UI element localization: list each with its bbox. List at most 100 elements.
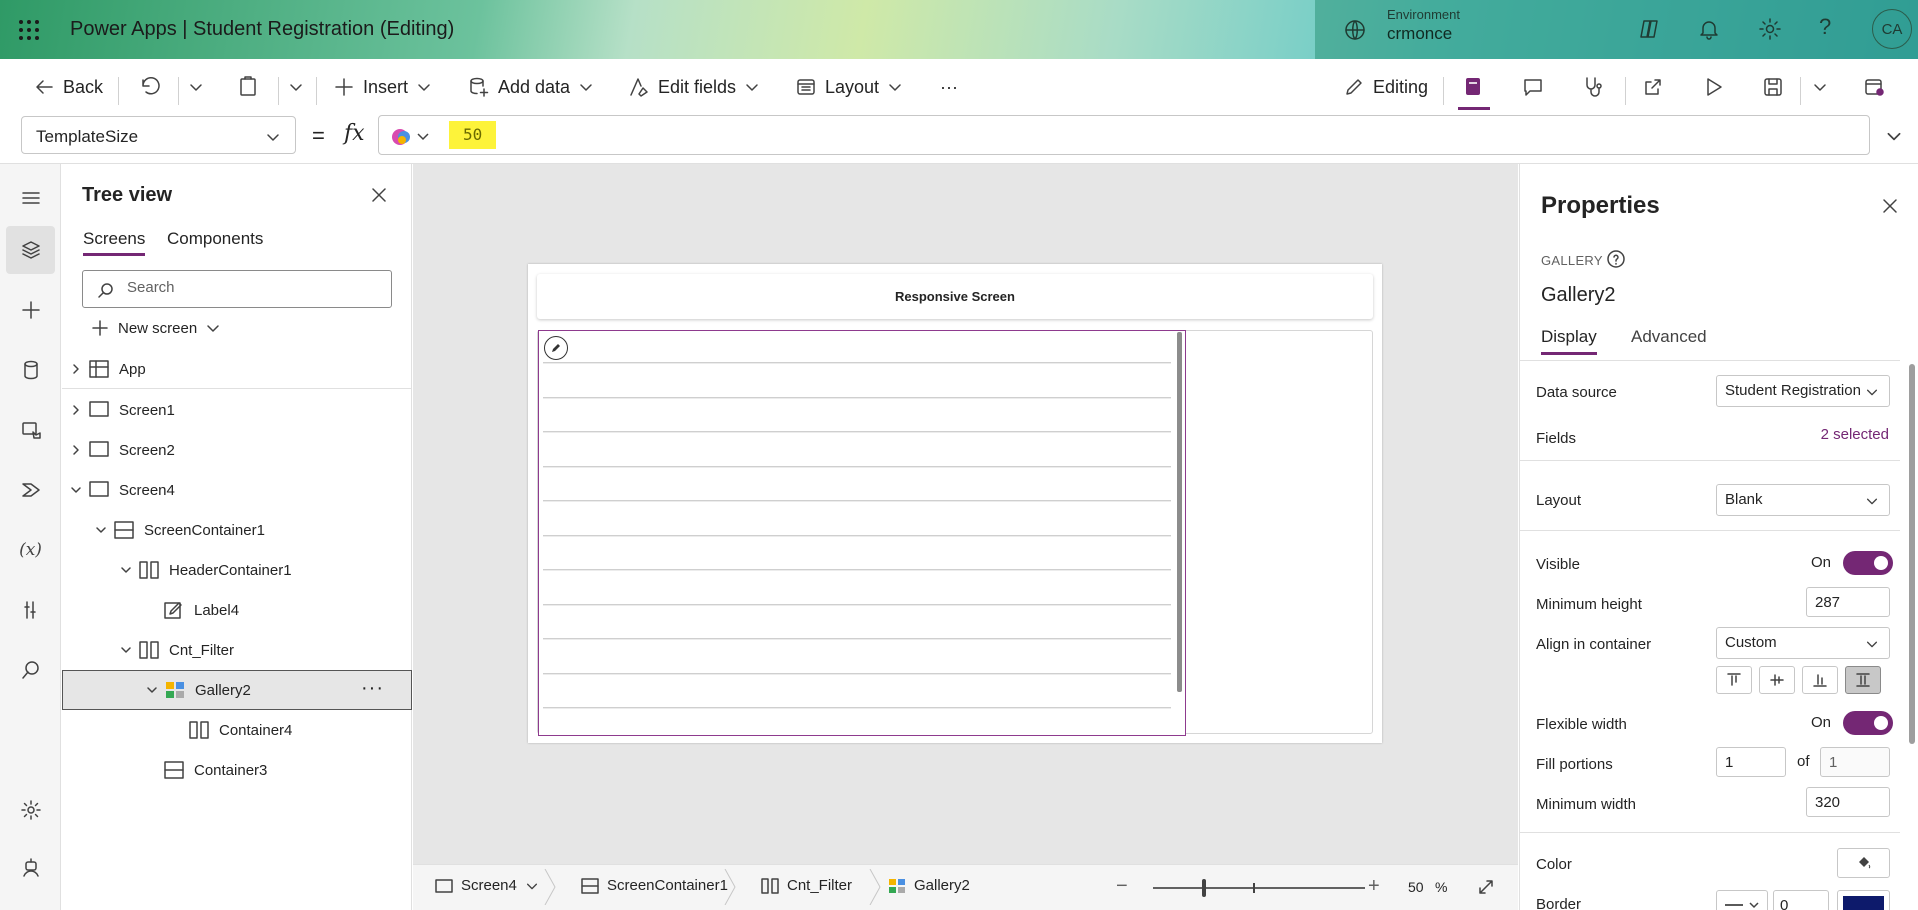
more-button[interactable]: ··· xyxy=(940,73,958,101)
layout-dropdown[interactable]: Blank xyxy=(1716,484,1890,516)
tree-search-box[interactable] xyxy=(82,270,392,308)
help-icon[interactable]: ? xyxy=(1819,14,1831,40)
formula-value[interactable]: 50 xyxy=(449,121,497,149)
chevron-right-icon[interactable] xyxy=(70,363,82,375)
design-canvas[interactable]: Responsive Screen xyxy=(413,164,1518,864)
align-bottom-icon[interactable] xyxy=(1802,666,1838,694)
variables-icon[interactable]: (x) xyxy=(6,526,55,574)
border-style-dropdown[interactable] xyxy=(1716,890,1768,910)
fx-icon[interactable]: fx xyxy=(344,121,365,146)
copilot-icon[interactable] xyxy=(1637,17,1661,41)
tree-view-icon[interactable] xyxy=(6,226,55,274)
tree-item-app[interactable]: App xyxy=(62,349,412,389)
settings-icon[interactable] xyxy=(1758,17,1782,41)
properties-scrollbar[interactable] xyxy=(1909,364,1915,744)
align-middle-icon[interactable] xyxy=(1759,666,1795,694)
gallery[interactable] xyxy=(538,330,1186,736)
search-input[interactable] xyxy=(127,279,377,296)
tree-item-screen1[interactable]: Screen1 xyxy=(62,390,412,430)
gallery-scrollbar[interactable] xyxy=(1177,332,1182,692)
environment-value[interactable]: crmonce xyxy=(1387,24,1452,44)
save-chevron-icon[interactable] xyxy=(1812,79,1828,95)
chevron-down-icon[interactable] xyxy=(70,484,82,496)
tab-screens[interactable]: Screens xyxy=(83,229,146,256)
zoom-in-icon[interactable]: + xyxy=(1368,875,1380,898)
align-stretch-icon[interactable] xyxy=(1845,666,1881,694)
control-name[interactable]: Gallery2 xyxy=(1541,284,1615,307)
comments-icon[interactable] xyxy=(1521,75,1545,99)
tree-item-screencontainer1[interactable]: ScreenContainer1 xyxy=(62,510,412,550)
zoom-slider-thumb[interactable] xyxy=(1201,879,1206,897)
expand-formula-icon[interactable] xyxy=(1885,127,1903,145)
screen-preview[interactable]: Responsive Screen xyxy=(528,264,1382,743)
chevron-down-icon[interactable] xyxy=(120,564,132,576)
undo-icon[interactable] xyxy=(138,75,160,97)
tree-item-gallery2[interactable]: Gallery2 ··· xyxy=(62,670,412,710)
tree-item-container3[interactable]: Container3 xyxy=(62,750,412,790)
app-launcher-icon[interactable] xyxy=(18,19,40,41)
breadcrumb-screencontainer1[interactable]: ScreenContainer1 xyxy=(581,877,728,894)
chevron-right-icon[interactable] xyxy=(70,404,82,416)
zoom-value[interactable]: 50 xyxy=(1408,879,1424,895)
editing-button[interactable]: Editing xyxy=(1343,73,1428,101)
add-data-button[interactable]: Add data xyxy=(468,73,594,101)
hamburger-icon[interactable] xyxy=(6,174,55,222)
advanced-tools-icon[interactable] xyxy=(6,586,55,634)
tab-components[interactable]: Components xyxy=(167,229,263,249)
close-icon[interactable] xyxy=(370,186,388,204)
data-source-dropdown[interactable]: Student Registration xyxy=(1716,375,1890,407)
tree-item-label4[interactable]: Label4 xyxy=(62,590,412,630)
monitor-icon[interactable] xyxy=(1581,75,1605,99)
redo-chevron-icon[interactable] xyxy=(188,79,204,95)
insert-button[interactable]: Insert xyxy=(333,73,432,101)
avatar[interactable]: CA xyxy=(1872,9,1912,49)
search-rail-icon[interactable] xyxy=(6,646,55,694)
tree-item-screen4[interactable]: Screen4 xyxy=(62,470,412,510)
copilot-formula-icon[interactable] xyxy=(391,126,431,148)
color-picker[interactable] xyxy=(1837,848,1890,878)
data-icon[interactable] xyxy=(6,346,55,394)
align-top-icon[interactable] xyxy=(1716,666,1752,694)
close-icon[interactable] xyxy=(1881,197,1899,215)
breadcrumb-gallery2[interactable]: Gallery2 xyxy=(888,877,970,894)
property-dropdown[interactable]: TemplateSize xyxy=(21,116,296,154)
tree-item-headercontainer1[interactable]: HeaderContainer1 xyxy=(62,550,412,590)
align-dropdown[interactable]: Custom xyxy=(1716,627,1890,659)
flex-width-toggle[interactable] xyxy=(1843,711,1893,735)
min-height-input[interactable]: 287 xyxy=(1806,587,1890,617)
play-icon[interactable] xyxy=(1701,75,1725,99)
save-icon[interactable] xyxy=(1761,75,1785,99)
back-button[interactable]: Back xyxy=(33,73,103,101)
notifications-icon[interactable] xyxy=(1697,17,1721,41)
border-color-picker[interactable] xyxy=(1837,890,1890,910)
zoom-slider-track[interactable] xyxy=(1153,887,1365,889)
tab-advanced[interactable]: Advanced xyxy=(1631,327,1707,347)
settings-rail-icon[interactable] xyxy=(6,786,55,834)
chevron-down-icon[interactable] xyxy=(146,684,158,696)
paste-chevron-icon[interactable] xyxy=(288,79,304,95)
environment-icon[interactable] xyxy=(1343,18,1367,42)
layout-button[interactable]: Layout xyxy=(795,73,903,101)
chevron-down-icon[interactable] xyxy=(120,644,132,656)
more-options-icon[interactable]: ··· xyxy=(361,677,384,700)
insert-icon[interactable] xyxy=(6,286,55,334)
power-automate-icon[interactable] xyxy=(6,466,55,514)
edit-fields-button[interactable]: Edit fields xyxy=(628,73,760,101)
formula-input[interactable]: 50 xyxy=(378,115,1870,155)
chevron-right-icon[interactable] xyxy=(70,444,82,456)
new-screen-button[interactable]: New screen xyxy=(90,318,221,338)
tree-item-cnt-filter[interactable]: Cnt_Filter xyxy=(62,630,412,670)
visible-toggle[interactable] xyxy=(1843,551,1893,575)
chevron-down-icon[interactable] xyxy=(95,524,107,536)
media-icon[interactable] xyxy=(6,406,55,454)
filter-container[interactable] xyxy=(537,330,1373,736)
tree-item-container4[interactable]: Container4 xyxy=(62,710,412,750)
share-icon[interactable] xyxy=(1641,75,1665,99)
header-label[interactable]: Responsive Screen xyxy=(537,274,1373,319)
min-width-input[interactable]: 320 xyxy=(1806,787,1890,817)
paste-icon[interactable] xyxy=(237,75,259,97)
fields-link[interactable]: 2 selected xyxy=(1821,426,1889,443)
zoom-out-icon[interactable]: − xyxy=(1116,875,1128,898)
fit-to-window-icon[interactable] xyxy=(1476,877,1496,897)
border-width-input[interactable]: 0 xyxy=(1773,890,1829,910)
